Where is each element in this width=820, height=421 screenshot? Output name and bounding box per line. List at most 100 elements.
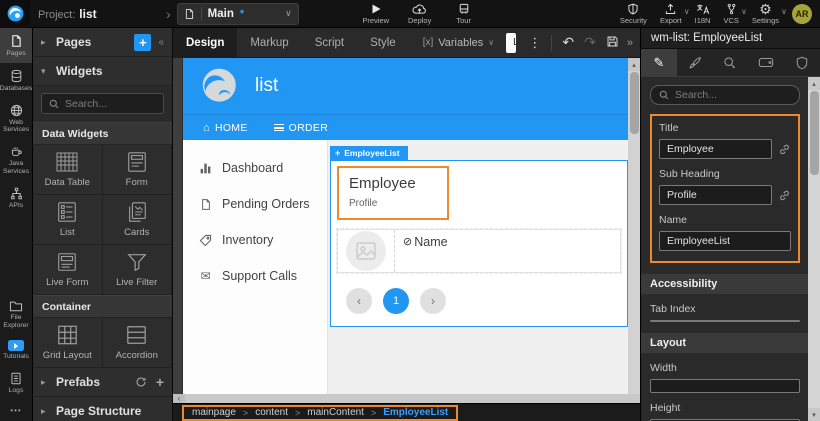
shield-outline-icon [796,56,808,70]
widget-tile-accordion[interactable]: Accordion [103,318,173,368]
breadcrumb-item-content[interactable]: content [255,407,288,418]
canvas-vertical-scrollbar[interactable]: ▴ [628,58,640,394]
app-header[interactable]: list [183,58,628,114]
property-search-input[interactable] [675,89,791,101]
name-input[interactable] [659,231,791,251]
scroll-left-icon[interactable]: ‹ [173,394,185,403]
menu-item-dashboard[interactable]: Dashboard [183,150,327,186]
wavemaker-logo[interactable] [0,0,30,28]
bind-link-icon[interactable] [778,189,791,202]
collapse-sidebar-icon[interactable]: « [158,37,164,48]
tab-design[interactable]: Design [173,28,237,58]
canvas-horizontal-scrollbar[interactable]: ‹ [173,394,640,403]
tab-style[interactable]: Style [357,28,409,58]
page-structure-header[interactable]: ▸ Page Structure [33,397,172,421]
variables-button[interactable]: [x] Variables ∨ [423,37,494,49]
subheading-input[interactable] [659,185,772,205]
widget-tile-list[interactable]: List [33,195,103,245]
title-input[interactable] [659,139,772,159]
property-search[interactable] [650,85,800,105]
expand-panel-icon[interactable]: » [624,37,636,49]
breadcrumb-item-employeelist[interactable]: EmployeeList [383,407,448,418]
list-item-text-cell[interactable]: ⊘ Name [395,230,456,272]
employeelist-widget[interactable]: Employee Profile ⊘ [330,160,628,327]
settings-button[interactable]: ⚙ Settings ∨ [752,3,779,25]
tab-security[interactable] [784,49,820,76]
tab-device[interactable] [748,49,784,76]
widget-tile-data-table[interactable]: Data Table [33,145,103,195]
pagination-prev-button[interactable]: ‹ [346,288,372,314]
prefabs-section-header[interactable]: ▸ Prefabs + [33,368,172,397]
add-prefab-button[interactable]: + [156,374,164,390]
vcs-button[interactable]: VCS ∨ [723,3,738,25]
breadcrumb-item-maincontent[interactable]: mainContent [307,407,364,418]
rail-item-logs[interactable]: Logs [0,366,32,400]
inspector-scrollbar[interactable]: ▴ ▾ [808,77,820,421]
breadcrumb-item-mainpage[interactable]: mainpage [192,407,236,418]
widget-tile-grid-layout[interactable]: Grid Layout [33,318,103,368]
page-icon [184,8,195,20]
list-item-template[interactable]: ⊘ Name [337,229,621,273]
tab-markup[interactable]: Markup [237,28,301,58]
export-button[interactable]: Export ∨ [660,3,682,25]
menu-item-inventory[interactable]: Inventory [183,222,327,258]
data-widgets-header[interactable]: Data Widgets [33,122,172,145]
tab-inspect[interactable] [713,49,749,76]
rail-item-web-services[interactable]: Web Services [0,98,32,140]
play-icon [370,3,382,15]
widget-search-input[interactable] [65,98,156,110]
scroll-down-icon[interactable]: ▾ [808,408,820,421]
rail-item-pages[interactable]: Pages [0,28,32,63]
widgets-section-header[interactable]: ▾ Widgets [33,57,172,86]
deploy-button[interactable]: Deploy [405,3,435,25]
page-selector[interactable]: Main * ∨ [177,3,299,25]
stepper-up-icon[interactable]: ▴ [785,321,799,322]
list-header-selected[interactable]: Employee Profile [337,166,449,220]
redo-button[interactable]: ↷ [579,34,601,51]
scroll-up-icon[interactable]: ▴ [808,77,820,90]
rail-item-java-services[interactable]: Java Services [0,139,32,181]
accessibility-section-header[interactable]: Accessibility [641,274,820,294]
list-item-image-cell[interactable] [338,230,395,272]
width-input[interactable] [650,379,800,393]
device-selector[interactable]: Laptop with MDPI Screen ∨ [506,33,516,53]
i18n-button[interactable]: I18N [695,3,711,25]
undo-button[interactable]: ↶ [557,34,579,51]
add-page-button[interactable]: + [134,34,151,51]
inspector-scroll-thumb[interactable] [810,91,819,175]
tour-button[interactable]: Tour [449,3,479,25]
widget-tile-cards[interactable]: Cards [103,195,173,245]
nav-item-home[interactable]: ⌂ HOME [203,122,248,134]
tab-script[interactable]: Script [302,28,357,58]
widget-tile-live-filter[interactable]: Live Filter [103,245,173,295]
menu-item-support-calls[interactable]: ✉ Support Calls [183,258,327,294]
container-header[interactable]: Container [33,295,172,318]
menu-item-pending-orders[interactable]: Pending Orders [183,186,327,222]
tab-styles[interactable] [677,49,713,76]
kebab-menu-icon[interactable]: ⋮ [524,35,545,51]
widget-tile-live-form[interactable]: Live Form [33,245,103,295]
rail-item-tutorials[interactable]: Tutorials [0,334,32,366]
pagination-page-1[interactable]: 1 [383,288,409,314]
pages-section-header[interactable]: ▸ Pages + « [33,28,172,57]
pagination-next-button[interactable]: › [420,288,446,314]
save-button[interactable] [601,35,624,51]
cloud-upload-icon [412,3,427,15]
layout-section-header[interactable]: Layout [641,333,820,353]
rail-item-apis[interactable]: APIs [0,181,32,215]
tab-properties[interactable]: ✎ [641,49,677,76]
vertical-scroll-thumb[interactable] [630,72,639,134]
widget-tile-form[interactable]: Form [103,145,173,195]
scroll-up-icon[interactable]: ▴ [628,58,640,71]
widget-search[interactable] [41,93,164,114]
preview-button[interactable]: Preview [361,3,391,25]
refresh-icon[interactable] [135,376,147,388]
rail-more-button[interactable]: ••• [0,400,32,421]
rail-item-databases[interactable]: Databases [0,63,32,98]
user-avatar[interactable]: AR [792,4,812,24]
bind-link-icon[interactable] [778,143,791,156]
nav-item-order[interactable]: ORDER [274,122,328,134]
employeelist-widget-tag[interactable]: + EmployeeList [330,146,408,160]
rail-item-file-explorer[interactable]: File Explorer [0,294,32,335]
security-button[interactable]: Security [620,3,647,25]
